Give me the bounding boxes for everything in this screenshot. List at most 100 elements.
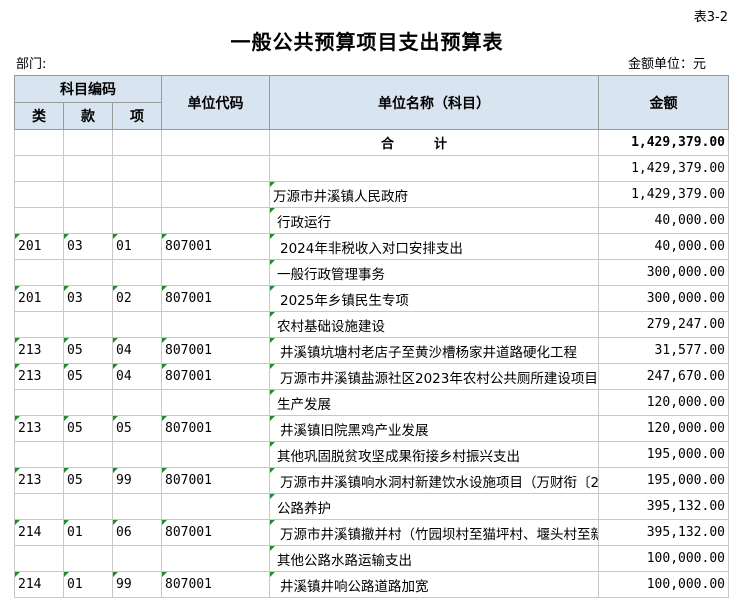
cell-lei[interactable] bbox=[14, 181, 64, 208]
cell-amount[interactable]: 100,000.00 bbox=[598, 545, 729, 572]
cell-amount[interactable]: 100,000.00 bbox=[598, 571, 729, 598]
cell-kuan[interactable]: 05 bbox=[63, 467, 113, 494]
cell-amount[interactable]: 120,000.00 bbox=[598, 415, 729, 442]
cell-kuan[interactable]: 01 bbox=[63, 571, 113, 598]
cell-unit-code[interactable] bbox=[161, 311, 270, 338]
cell-lei[interactable] bbox=[14, 155, 64, 182]
cell-xiang[interactable] bbox=[112, 389, 162, 416]
cell-unit-code[interactable]: 807001 bbox=[161, 571, 270, 598]
cell-xiang[interactable] bbox=[112, 207, 162, 234]
cell-unit-code[interactable] bbox=[161, 181, 270, 208]
cell-xiang[interactable] bbox=[112, 493, 162, 520]
total-amount[interactable]: 1,429,379.00 bbox=[598, 129, 729, 156]
cell-unit-name[interactable]: 2024年非税收入对口安排支出 bbox=[269, 233, 599, 260]
cell-lei[interactable] bbox=[14, 493, 64, 520]
cell-unit-code[interactable]: 807001 bbox=[161, 285, 270, 312]
cell-unit-code[interactable]: 807001 bbox=[161, 363, 270, 390]
cell-xiang[interactable]: 04 bbox=[112, 363, 162, 390]
cell-unit-name[interactable]: 农村基础设施建设 bbox=[269, 311, 599, 338]
cell-unit-code[interactable]: 807001 bbox=[161, 233, 270, 260]
cell-xiang[interactable]: 02 bbox=[112, 285, 162, 312]
cell-xiang[interactable]: 04 bbox=[112, 337, 162, 364]
cell-kuan[interactable] bbox=[63, 545, 113, 572]
cell-unit-name[interactable]: 其他巩固脱贫攻坚成果衔接乡村振兴支出 bbox=[269, 441, 599, 468]
cell-kuan[interactable]: 03 bbox=[63, 233, 113, 260]
cell-unit-code[interactable]: 807001 bbox=[161, 337, 270, 364]
cell-xiang[interactable]: 99 bbox=[112, 467, 162, 494]
cell-lei[interactable]: 201 bbox=[14, 233, 64, 260]
cell-kuan[interactable] bbox=[63, 389, 113, 416]
cell-xiang[interactable] bbox=[112, 129, 162, 156]
cell-unit-name[interactable]: 万源市井溪镇响水洞村新建饮水设施项目（万财衔〔2023〕40号） bbox=[269, 467, 599, 494]
cell-unit-name[interactable]: 万源市井溪镇盐源社区2023年农村公共厕所建设项目 bbox=[269, 363, 599, 390]
cell-unit-name[interactable]: 2025年乡镇民生专项 bbox=[269, 285, 599, 312]
cell-kuan[interactable]: 05 bbox=[63, 415, 113, 442]
cell-unit-code[interactable] bbox=[161, 493, 270, 520]
cell-xiang[interactable] bbox=[112, 155, 162, 182]
cell-kuan[interactable] bbox=[63, 441, 113, 468]
cell-unit-name[interactable] bbox=[269, 155, 599, 182]
cell-amount[interactable]: 120,000.00 bbox=[598, 389, 729, 416]
cell-amount[interactable]: 40,000.00 bbox=[598, 207, 729, 234]
cell-kuan[interactable] bbox=[63, 181, 113, 208]
cell-lei[interactable]: 213 bbox=[14, 363, 64, 390]
cell-amount[interactable]: 247,670.00 bbox=[598, 363, 729, 390]
cell-unit-code[interactable]: 807001 bbox=[161, 415, 270, 442]
cell-amount[interactable]: 1,429,379.00 bbox=[598, 181, 729, 208]
cell-kuan[interactable] bbox=[63, 259, 113, 286]
cell-xiang[interactable]: 06 bbox=[112, 519, 162, 546]
total-label[interactable]: 合计 bbox=[269, 129, 599, 156]
cell-amount[interactable]: 40,000.00 bbox=[598, 233, 729, 260]
cell-unit-name[interactable]: 一般行政管理事务 bbox=[269, 259, 599, 286]
cell-amount[interactable]: 31,577.00 bbox=[598, 337, 729, 364]
cell-amount[interactable]: 395,132.00 bbox=[598, 519, 729, 546]
cell-lei[interactable]: 213 bbox=[14, 337, 64, 364]
cell-unit-name[interactable]: 其他公路水路运输支出 bbox=[269, 545, 599, 572]
cell-kuan[interactable] bbox=[63, 311, 113, 338]
cell-unit-code[interactable] bbox=[161, 207, 270, 234]
cell-kuan[interactable]: 03 bbox=[63, 285, 113, 312]
cell-unit-name[interactable]: 井溪镇井响公路道路加宽 bbox=[269, 571, 599, 598]
cell-unit-name[interactable]: 行政运行 bbox=[269, 207, 599, 234]
cell-amount[interactable]: 195,000.00 bbox=[598, 441, 729, 468]
cell-lei[interactable]: 201 bbox=[14, 285, 64, 312]
cell-lei[interactable] bbox=[14, 441, 64, 468]
cell-xiang[interactable] bbox=[112, 181, 162, 208]
cell-xiang[interactable] bbox=[112, 545, 162, 572]
cell-lei[interactable]: 214 bbox=[14, 571, 64, 598]
cell-xiang[interactable] bbox=[112, 311, 162, 338]
cell-xiang[interactable] bbox=[112, 259, 162, 286]
cell-xiang[interactable]: 99 bbox=[112, 571, 162, 598]
cell-unit-name[interactable]: 公路养护 bbox=[269, 493, 599, 520]
cell-lei[interactable] bbox=[14, 259, 64, 286]
cell-amount[interactable]: 300,000.00 bbox=[598, 259, 729, 286]
cell-lei[interactable] bbox=[14, 311, 64, 338]
cell-amount[interactable]: 395,132.00 bbox=[598, 493, 729, 520]
cell-xiang[interactable]: 01 bbox=[112, 233, 162, 260]
cell-unit-code[interactable]: 807001 bbox=[161, 519, 270, 546]
cell-unit-code[interactable] bbox=[161, 129, 270, 156]
cell-kuan[interactable] bbox=[63, 207, 113, 234]
cell-unit-name[interactable]: 井溪镇坑塘村老店子至黄沙槽杨家井道路硬化工程 bbox=[269, 337, 599, 364]
cell-amount[interactable]: 195,000.00 bbox=[598, 467, 729, 494]
cell-xiang[interactable] bbox=[112, 441, 162, 468]
cell-unit-code[interactable] bbox=[161, 259, 270, 286]
cell-unit-code[interactable] bbox=[161, 389, 270, 416]
cell-lei[interactable] bbox=[14, 545, 64, 572]
cell-kuan[interactable]: 05 bbox=[63, 337, 113, 364]
cell-unit-name[interactable]: 生产发展 bbox=[269, 389, 599, 416]
cell-lei[interactable]: 213 bbox=[14, 467, 64, 494]
cell-unit-name[interactable]: 万源市井溪镇人民政府 bbox=[269, 181, 599, 208]
cell-lei[interactable] bbox=[14, 207, 64, 234]
cell-lei[interactable] bbox=[14, 129, 64, 156]
cell-kuan[interactable] bbox=[63, 129, 113, 156]
cell-kuan[interactable]: 01 bbox=[63, 519, 113, 546]
cell-amount[interactable]: 300,000.00 bbox=[598, 285, 729, 312]
cell-kuan[interactable]: 05 bbox=[63, 363, 113, 390]
cell-lei[interactable] bbox=[14, 389, 64, 416]
cell-kuan[interactable] bbox=[63, 155, 113, 182]
cell-unit-name[interactable]: 井溪镇旧院黑鸡产业发展 bbox=[269, 415, 599, 442]
cell-unit-code[interactable] bbox=[161, 155, 270, 182]
cell-xiang[interactable]: 05 bbox=[112, 415, 162, 442]
cell-unit-code[interactable]: 807001 bbox=[161, 467, 270, 494]
